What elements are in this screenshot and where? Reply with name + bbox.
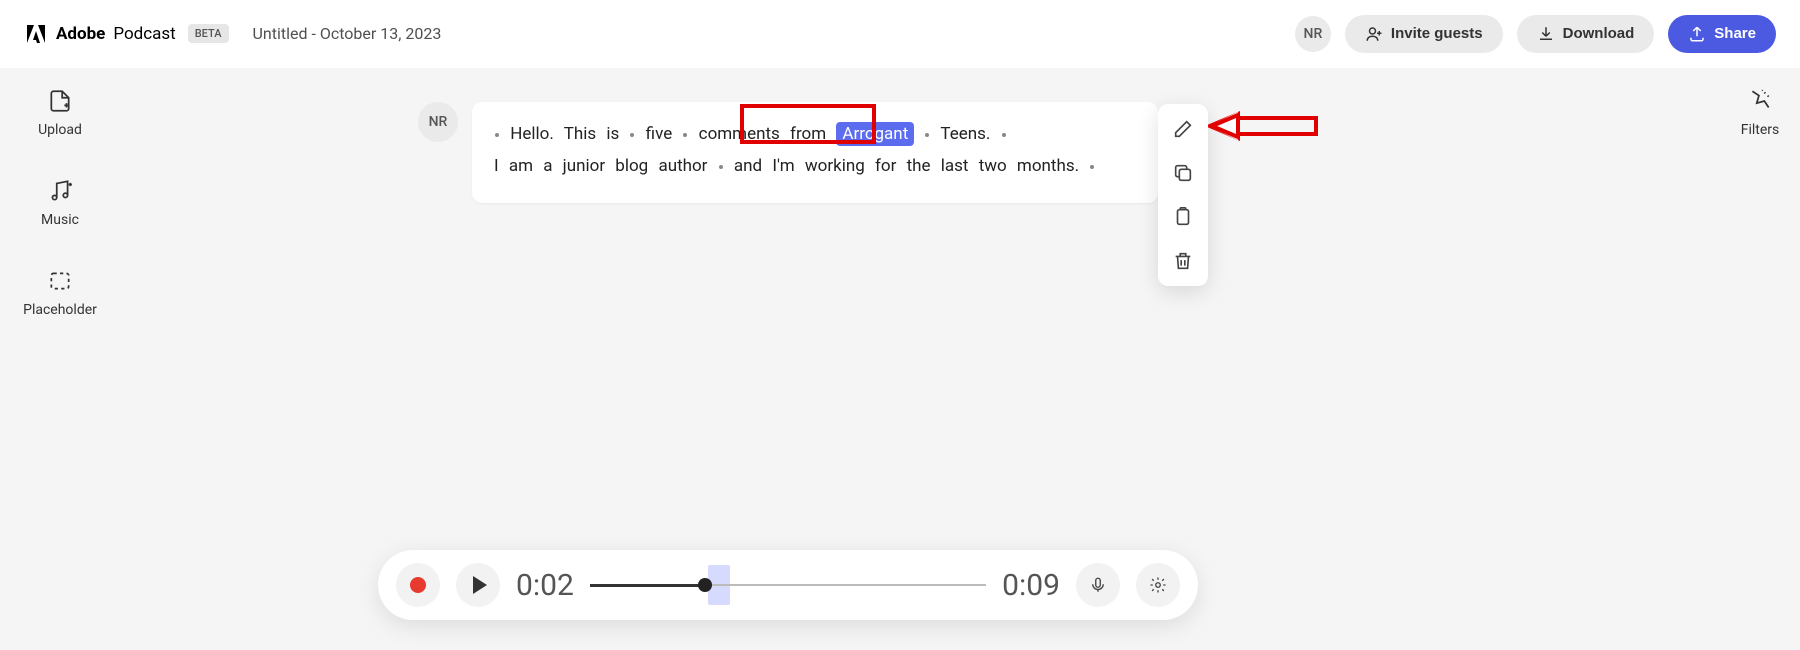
annotation-arrow-icon — [1208, 108, 1318, 144]
trash-icon[interactable] — [1172, 250, 1194, 272]
track-played — [590, 584, 704, 587]
transcript-block: NR Hello. This is five comments from Arr… — [418, 102, 1158, 203]
music-tool[interactable]: Music — [41, 178, 79, 228]
download-icon — [1537, 25, 1555, 43]
pause-dot-icon — [495, 133, 499, 137]
project-title[interactable]: Untitled - October 13, 2023 — [253, 24, 442, 43]
music-label: Music — [41, 212, 79, 228]
word-group[interactable]: Teens. — [940, 124, 990, 144]
pause-dot-icon — [683, 133, 687, 137]
share-button[interactable]: Share — [1668, 15, 1776, 53]
left-toolbar: Upload Music Placeholder — [0, 88, 120, 318]
invite-label: Invite guests — [1391, 25, 1483, 42]
placeholder-icon — [47, 268, 73, 294]
filters-label: Filters — [1741, 122, 1780, 138]
speaker-avatar[interactable]: NR — [418, 102, 458, 142]
player-bar: 0:02 0:09 — [378, 550, 1198, 620]
transcript-line-1[interactable]: Hello. This is five comments from Arroga… — [494, 118, 1136, 150]
pause-dot-icon — [719, 165, 723, 169]
word-group[interactable]: Hello. This is — [510, 124, 619, 144]
upload-icon — [47, 88, 73, 114]
timeline-track[interactable] — [590, 565, 986, 605]
person-add-icon — [1365, 25, 1383, 43]
header-actions: NR Invite guests Download Share — [1295, 15, 1776, 53]
beta-badge: BETA — [188, 24, 229, 43]
placeholder-tool[interactable]: Placeholder — [23, 268, 97, 318]
record-button[interactable] — [396, 563, 440, 607]
record-dot-icon — [410, 577, 426, 593]
share-label: Share — [1714, 25, 1756, 42]
brand-group: Adobe Podcast BETA — [24, 22, 229, 46]
transcript-line-2[interactable]: I am a junior blog author and I'm workin… — [494, 150, 1136, 182]
music-icon — [47, 178, 73, 204]
edit-icon[interactable] — [1172, 118, 1194, 140]
selection-action-rail — [1158, 104, 1208, 286]
filters-tool[interactable]: Filters — [1720, 88, 1800, 138]
word-group[interactable]: I am a junior blog author — [494, 156, 707, 176]
pause-dot-icon — [925, 133, 929, 137]
playhead-handle[interactable] — [698, 578, 712, 592]
app-header: Adobe Podcast BETA Untitled - October 13… — [0, 0, 1800, 68]
pause-dot-icon — [1002, 133, 1006, 137]
filters-icon — [1747, 88, 1773, 114]
selected-word[interactable]: Arrogant — [836, 122, 914, 146]
placeholder-label: Placeholder — [23, 302, 97, 318]
play-button[interactable] — [456, 563, 500, 607]
track-remaining — [704, 584, 986, 586]
total-time: 0:09 — [1002, 568, 1060, 603]
invite-guests-button[interactable]: Invite guests — [1345, 15, 1503, 53]
settings-button[interactable] — [1136, 563, 1180, 607]
word-group[interactable]: five — [646, 124, 673, 144]
copy-icon[interactable] — [1172, 162, 1194, 184]
word-group[interactable]: and I'm working for the last two months. — [734, 156, 1079, 176]
clipboard-icon[interactable] — [1172, 206, 1194, 228]
brand-podcast-text: Podcast — [113, 24, 175, 44]
gear-icon — [1149, 576, 1167, 594]
download-label: Download — [1563, 25, 1635, 42]
user-avatar[interactable]: NR — [1295, 16, 1331, 52]
download-button[interactable]: Download — [1517, 15, 1655, 53]
main-workspace: Upload Music Placeholder Filters NR Hell… — [0, 68, 1800, 650]
mic-button[interactable] — [1076, 563, 1120, 607]
pause-dot-icon — [1090, 165, 1094, 169]
word-group[interactable]: comments from — [699, 124, 826, 144]
brand-adobe-text: Adobe — [56, 24, 105, 44]
current-time: 0:02 — [516, 568, 574, 603]
play-icon — [473, 576, 487, 594]
pause-dot-icon — [630, 133, 634, 137]
adobe-logo-icon — [24, 22, 48, 46]
upload-tool[interactable]: Upload — [38, 88, 82, 138]
upload-label: Upload — [38, 122, 82, 138]
transcript-card[interactable]: Hello. This is five comments from Arroga… — [472, 102, 1158, 203]
mic-icon — [1089, 576, 1107, 594]
share-icon — [1688, 25, 1706, 43]
